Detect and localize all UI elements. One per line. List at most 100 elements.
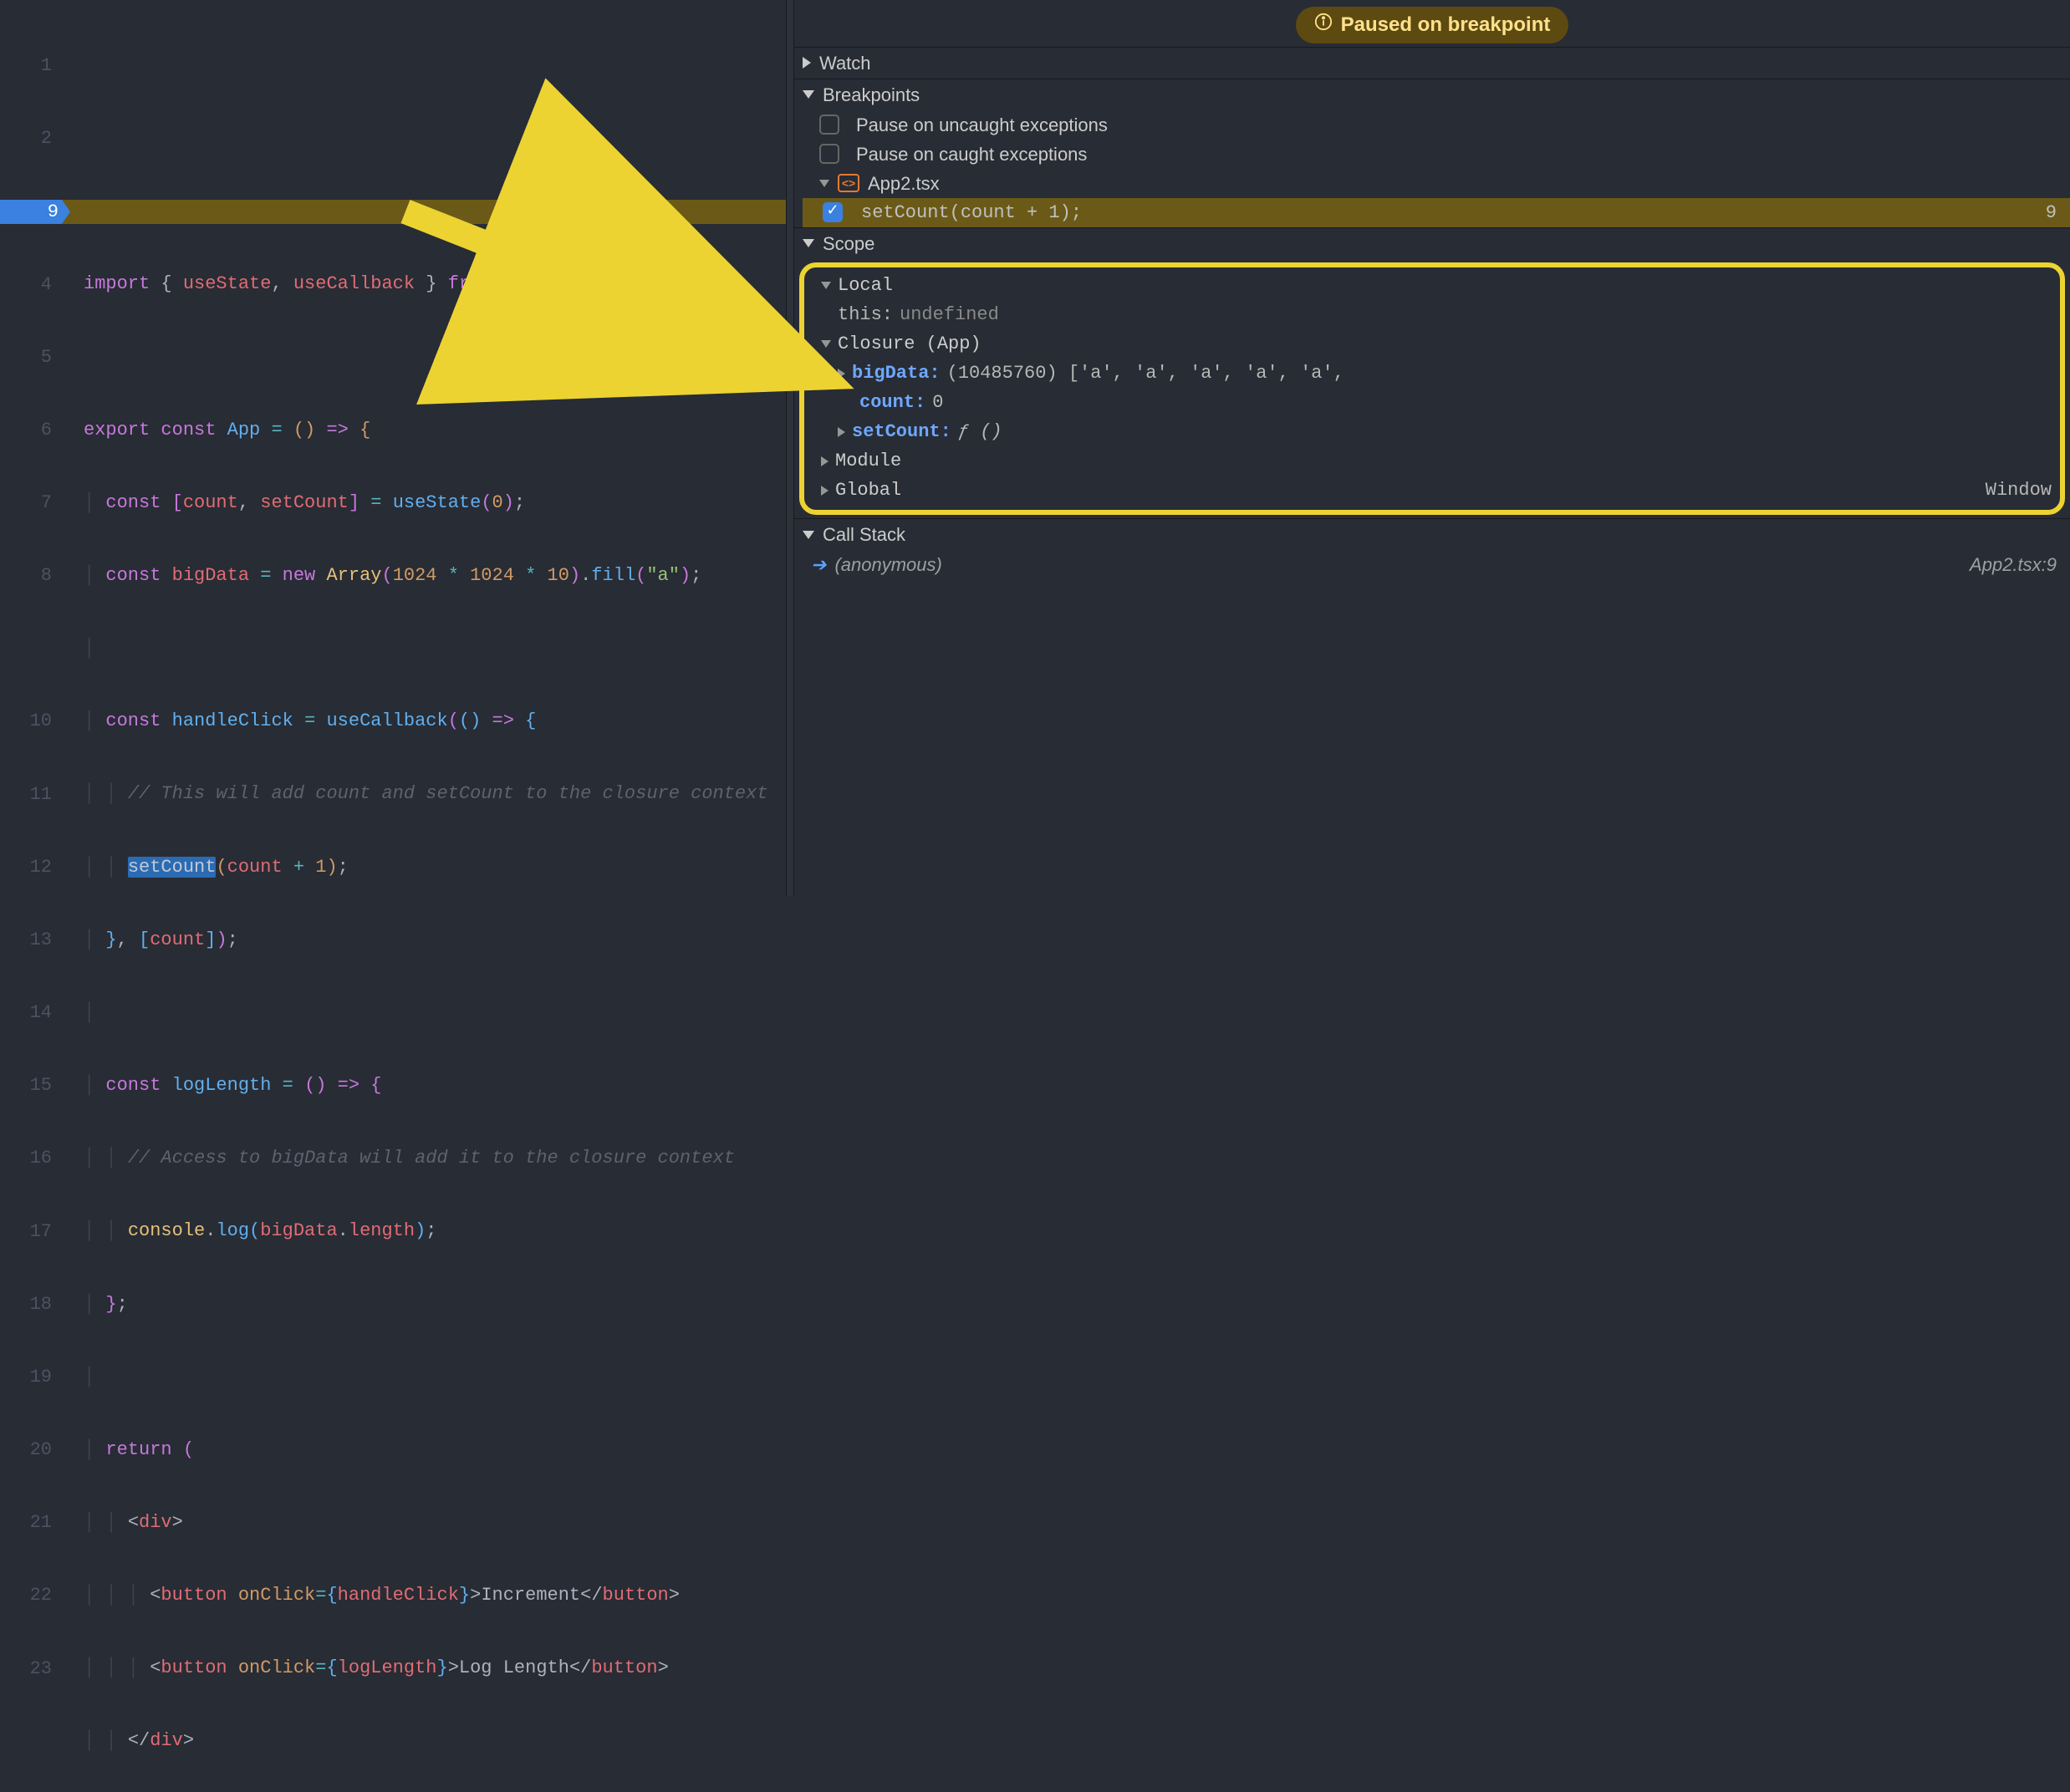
scope-bigdata-key: bigData: (852, 361, 941, 385)
scope-label: Scope (823, 232, 874, 256)
chevron-right-icon (838, 369, 845, 379)
line-number[interactable]: 2 (0, 126, 67, 150)
selection: setCount (128, 857, 217, 878)
breakpoint-line-highlight (0, 200, 786, 224)
watch-label: Watch (819, 51, 871, 75)
breakpoint-line-number: 9 (2046, 201, 2057, 225)
scope-section-header[interactable]: Scope (794, 227, 2070, 259)
code-body[interactable]: import { useState, useCallback } from "r… (84, 218, 786, 1792)
scope-this-row[interactable]: this: undefined (804, 300, 2060, 329)
chevron-down-icon (821, 340, 831, 348)
line-number[interactable]: 1 (0, 53, 67, 78)
code-line[interactable]: │ │ </div> (84, 1728, 786, 1753)
scope-global-header[interactable]: Global Window (804, 476, 2060, 505)
code-editor[interactable]: 9 1 2 3 4 5 6 7 8 9 10 11 12 13 14 15 16… (0, 0, 786, 896)
line-number[interactable]: 21 (0, 1510, 67, 1535)
chevron-down-icon (803, 90, 814, 99)
callstack-section-header[interactable]: Call Stack (794, 518, 2070, 550)
scope-count-row[interactable]: count: 0 (804, 388, 2060, 417)
code-line[interactable]: │ │ │ <button onClick={logLength}>Log Le… (84, 1656, 786, 1680)
scope-highlight-box: Local this: undefined Closure (App) bigD… (799, 262, 2065, 515)
line-number[interactable]: 4 (0, 272, 67, 297)
info-icon (1314, 12, 1333, 38)
debugger-panel: Paused on breakpoint Watch Breakpoints P… (794, 0, 2070, 896)
line-number[interactable]: 8 (0, 563, 67, 588)
code-line[interactable]: │ return ( (84, 1438, 786, 1462)
scope-global-value: Window (1986, 478, 2052, 502)
code-line[interactable]: │ (84, 1000, 786, 1025)
line-number[interactable]: 20 (0, 1438, 67, 1462)
line-number[interactable]: 17 (0, 1219, 67, 1244)
code-line[interactable]: │ }; (84, 1292, 786, 1316)
code-line[interactable]: │ │ // This will add count and setCount … (84, 781, 786, 806)
line-number[interactable]: 12 (0, 855, 67, 879)
watch-section-header[interactable]: Watch (794, 47, 2070, 79)
chevron-down-icon (819, 180, 829, 187)
code-line[interactable]: │ const logLength = () => { (84, 1073, 786, 1097)
chevron-down-icon (803, 239, 814, 247)
callstack-frame-location: App2.tsx:9 (1970, 552, 2057, 577)
line-number[interactable]: 15 (0, 1073, 67, 1097)
pause-label: Paused on breakpoint (1341, 12, 1551, 38)
code-line[interactable]: │ │ console.log(bigData.length); (84, 1219, 786, 1243)
pause-caught-toggle[interactable]: Pause on caught exceptions (803, 140, 2070, 169)
scope-local-header[interactable]: Local (804, 271, 2060, 300)
code-line[interactable]: │ const [count, setCount] = useState(0); (84, 491, 786, 515)
paused-on-breakpoint-badge: Paused on breakpoint (1296, 7, 1569, 43)
line-number[interactable]: 7 (0, 491, 67, 515)
code-line[interactable]: │ }, [count]); (84, 928, 786, 952)
checkbox-icon[interactable] (819, 115, 839, 135)
scope-this-value: undefined (900, 303, 999, 327)
code-line[interactable]: │ const bigData = new Array(1024 * 1024 … (84, 563, 786, 588)
tsx-file-icon: <> (838, 174, 859, 192)
panel-divider[interactable] (786, 0, 794, 896)
scope-this-key: this: (838, 303, 893, 327)
breakpoint-code-text: setCount(count + 1); (861, 201, 1082, 225)
breakpoint-file-row[interactable]: <> App2.tsx (803, 169, 2070, 198)
checkbox-icon[interactable] (819, 144, 839, 164)
line-number[interactable]: 5 (0, 345, 67, 369)
code-line[interactable]: │ const handleClick = useCallback(() => … (84, 709, 786, 733)
breakpoint-file-name: App2.tsx (868, 171, 940, 196)
line-number-gutter[interactable]: 1 2 3 4 5 6 7 8 9 10 11 12 13 14 15 16 1… (0, 0, 67, 1729)
code-line[interactable]: │ │ // Access to bigData will add it to … (84, 1146, 786, 1170)
breakpoint-marker[interactable]: 9 (0, 200, 70, 224)
current-frame-icon: ➔ (811, 552, 826, 577)
pause-caught-label: Pause on caught exceptions (856, 142, 1087, 166)
code-line[interactable]: export const App = () => { (84, 418, 786, 442)
code-line[interactable]: │ │ setCount(count + 1); (84, 855, 786, 879)
chevron-right-icon (821, 486, 829, 496)
code-line[interactable]: │ (84, 636, 786, 660)
breakpoint-marker-number: 9 (48, 200, 59, 224)
chevron-right-icon (821, 456, 829, 466)
scope-setcount-value: ƒ () (958, 420, 1002, 444)
line-number[interactable]: 16 (0, 1146, 67, 1170)
checkbox-checked-icon[interactable]: ✓ (823, 202, 843, 222)
line-number[interactable]: 13 (0, 928, 67, 952)
line-number[interactable]: 11 (0, 782, 67, 807)
pause-uncaught-label: Pause on uncaught exceptions (856, 113, 1108, 137)
line-number[interactable]: 19 (0, 1365, 67, 1389)
line-number[interactable]: 22 (0, 1583, 67, 1607)
code-line[interactable]: │ │ │ <button onClick={handleClick}>Incr… (84, 1583, 786, 1607)
code-line[interactable]: │ (84, 1365, 786, 1389)
pause-uncaught-toggle[interactable]: Pause on uncaught exceptions (803, 110, 2070, 140)
scope-closure-header[interactable]: Closure (App) (804, 329, 2060, 359)
code-line[interactable]: │ │ <div> (84, 1510, 786, 1535)
breakpoints-section-header[interactable]: Breakpoints (794, 79, 2070, 110)
scope-global-label: Global (835, 478, 901, 502)
scope-closure-label: Closure (App) (838, 332, 981, 356)
scope-count-value: 0 (932, 390, 943, 415)
line-number[interactable]: 14 (0, 1000, 67, 1025)
code-line[interactable]: import { useState, useCallback } from "r… (84, 272, 786, 296)
breakpoint-entry[interactable]: ✓ setCount(count + 1); 9 (803, 198, 2070, 227)
scope-bigdata-row[interactable]: bigData: (10485760) ['a', 'a', 'a', 'a',… (804, 359, 2060, 388)
callstack-frame[interactable]: ➔ (anonymous) App2.tsx:9 (794, 550, 2070, 579)
line-number[interactable]: 6 (0, 418, 67, 442)
code-line[interactable] (84, 345, 786, 369)
scope-module-header[interactable]: Module (804, 446, 2060, 476)
line-number[interactable]: 10 (0, 709, 67, 733)
scope-setcount-row[interactable]: setCount: ƒ () (804, 417, 2060, 446)
line-number[interactable]: 23 (0, 1657, 67, 1681)
line-number[interactable]: 18 (0, 1292, 67, 1316)
